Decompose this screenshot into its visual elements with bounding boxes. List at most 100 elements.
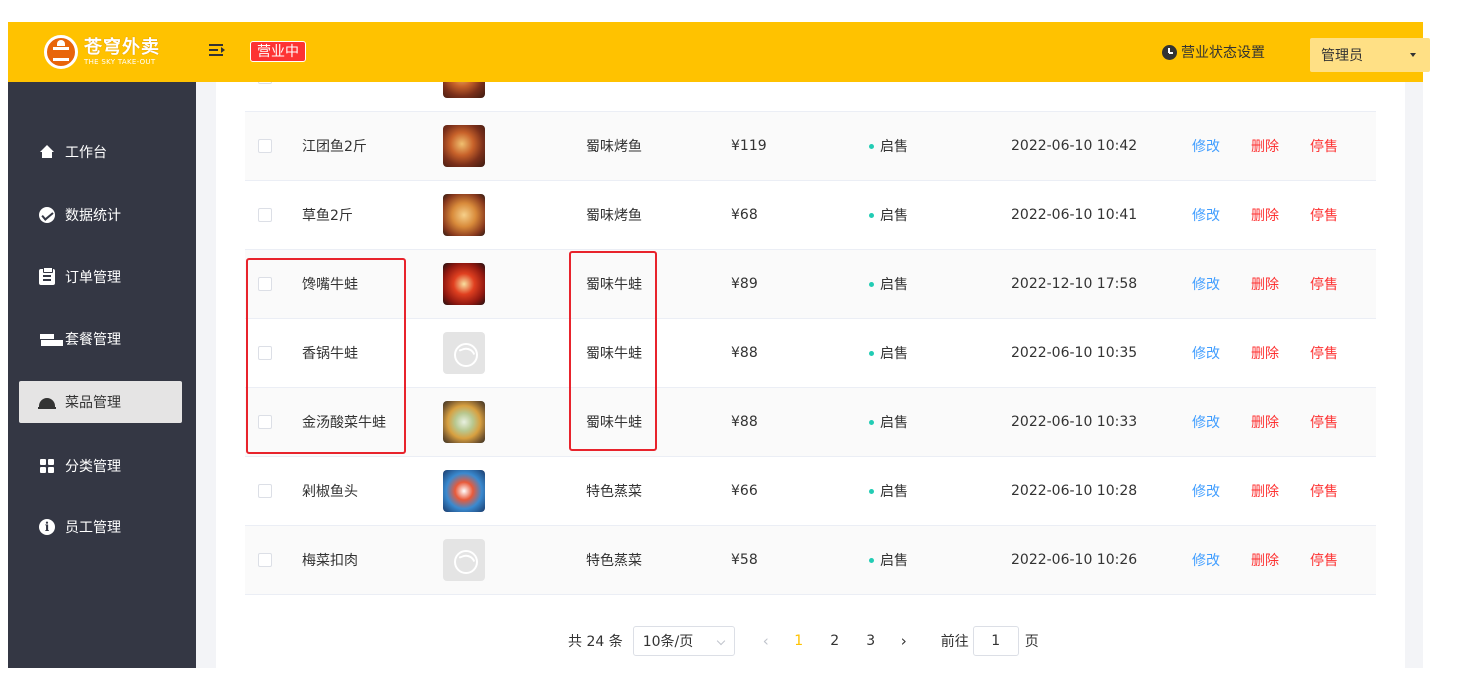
dish-category: 特色蒸菜 xyxy=(586,553,642,569)
table-row: 江团鱼2斤 蜀味烤鱼 ¥119 启售 2022-06-10 10:42 修改 删… xyxy=(245,112,1376,181)
stop-sale-button[interactable]: 停售 xyxy=(1310,274,1338,294)
sidebar-item-label: 分类管理 xyxy=(65,459,121,475)
row-actions: 修改 删除 停售 xyxy=(1192,112,1338,180)
dish-updated-time: 2022-06-10 10:33 xyxy=(1011,414,1138,430)
row-checkbox[interactable] xyxy=(258,484,272,498)
sidebar-item-employees[interactable]: 员工管理 xyxy=(19,506,182,548)
dish-name: 草鱼2斤 xyxy=(302,208,353,224)
caret-down-icon xyxy=(1410,53,1416,57)
sidebar-item-label: 套餐管理 xyxy=(65,332,121,348)
page-2-button[interactable]: 2 xyxy=(817,633,853,649)
user-dropdown[interactable]: 管理员 xyxy=(1310,38,1430,72)
dish-image xyxy=(443,82,485,98)
row-checkbox[interactable] xyxy=(258,415,272,429)
pagination-total: 共 24 条 xyxy=(568,634,623,650)
row-checkbox[interactable] xyxy=(258,208,272,222)
dish-updated-time: 2022-06-10 10:35 xyxy=(1011,345,1138,361)
dish-price: ¥88 xyxy=(731,345,758,361)
goto-page-input[interactable] xyxy=(972,626,1019,656)
sidebar-item-label: 订单管理 xyxy=(65,270,121,286)
row-actions: 修改 删除 停售 xyxy=(1192,457,1338,525)
page-1-button[interactable]: 1 xyxy=(781,633,817,649)
stop-sale-button[interactable]: 停售 xyxy=(1310,136,1338,156)
dish-status: 启售 xyxy=(869,457,908,525)
edit-button[interactable]: 修改 xyxy=(1192,205,1220,225)
dish-price: ¥68 xyxy=(731,207,758,223)
row-checkbox[interactable] xyxy=(258,277,272,291)
row-actions: 修改 删除 停售 xyxy=(1192,319,1338,387)
delete-button[interactable]: 删除 xyxy=(1251,343,1279,363)
dish-updated-time: 2022-06-10 10:28 xyxy=(1011,483,1138,499)
dish-updated-time: 2022-12-10 17:58 xyxy=(1011,276,1138,292)
edit-button[interactable]: 修改 xyxy=(1192,550,1220,570)
prev-page-button[interactable]: ‹ xyxy=(751,632,781,650)
dish-status: 启售 xyxy=(869,181,908,249)
clipboard-icon xyxy=(39,267,55,285)
row-actions: 修改 删除 停售 xyxy=(1192,181,1338,249)
menu-toggle-icon[interactable] xyxy=(209,43,225,59)
delete-button[interactable]: 删除 xyxy=(1251,550,1279,570)
sidebar-item-categories[interactable]: 分类管理 xyxy=(19,445,182,487)
dish-name: 梅菜扣肉 xyxy=(302,553,358,569)
sidebar-item-workbench[interactable]: 工作台 xyxy=(19,131,182,173)
table-row: 草鱼2斤 蜀味烤鱼 ¥68 启售 2022-06-10 10:41 修改 删除 … xyxy=(245,181,1376,250)
edit-button[interactable]: 修改 xyxy=(1192,343,1220,363)
logo: 苍穹外卖 THE SKY TAKE-OUT xyxy=(44,35,174,69)
next-page-button[interactable]: › xyxy=(889,632,919,650)
dish-category: 蜀味牛蛙 xyxy=(586,346,642,362)
dish-status: 启售 xyxy=(869,388,908,456)
edit-button[interactable]: 修改 xyxy=(1192,136,1220,156)
delete-button[interactable]: 删除 xyxy=(1251,412,1279,432)
sidebar-item-label: 工作台 xyxy=(65,145,107,161)
pagination: 共 24 条 10条/页 ‹ 1 2 3 › 前往 页 xyxy=(568,626,1039,656)
dish-image xyxy=(443,470,485,512)
business-status-setting-button[interactable]: 营业状态设置 xyxy=(1162,42,1265,62)
sidebar-item-statistics[interactable]: 数据统计 xyxy=(19,194,182,236)
user-name: 管理员 xyxy=(1321,48,1363,64)
row-checkbox[interactable] xyxy=(258,346,272,360)
delete-button[interactable]: 删除 xyxy=(1251,481,1279,501)
dish-name: 馋嘴牛蛙 xyxy=(302,277,358,293)
dish-updated-time: 2022-06-10 10:42 xyxy=(1011,138,1138,154)
dish-image xyxy=(443,194,485,236)
chart-icon xyxy=(39,207,55,223)
sidebar-item-orders[interactable]: 订单管理 xyxy=(19,256,182,298)
stop-sale-button[interactable]: 停售 xyxy=(1310,481,1338,501)
dish-cover-icon xyxy=(38,394,56,410)
sidebar: 工作台 数据统计 订单管理 套餐管理 菜品管理 分类管理 员工管理 xyxy=(8,82,196,668)
delete-button[interactable]: 删除 xyxy=(1251,136,1279,156)
row-actions: 修改 删除 停售 xyxy=(1192,388,1338,456)
table-row: 香锅牛蛙 蜀味牛蛙 ¥88 启售 2022-06-10 10:35 修改 删除 … xyxy=(245,319,1376,388)
dish-status: 启售 xyxy=(869,319,908,387)
page-3-button[interactable]: 3 xyxy=(853,633,889,649)
stop-sale-button[interactable]: 停售 xyxy=(1310,550,1338,570)
dish-image xyxy=(443,401,485,443)
edit-button[interactable]: 修改 xyxy=(1192,481,1220,501)
edit-button[interactable]: 修改 xyxy=(1192,412,1220,432)
stop-sale-button[interactable]: 停售 xyxy=(1310,343,1338,363)
row-checkbox[interactable] xyxy=(258,82,272,84)
edit-button[interactable]: 修改 xyxy=(1192,274,1220,294)
dish-name: 金汤酸菜牛蛙 xyxy=(302,415,386,431)
stop-sale-button[interactable]: 停售 xyxy=(1310,205,1338,225)
delete-button[interactable]: 删除 xyxy=(1251,205,1279,225)
logo-title: 苍穹外卖 xyxy=(84,36,160,58)
row-checkbox[interactable] xyxy=(258,139,272,153)
dish-price: ¥119 xyxy=(731,138,767,154)
sidebar-item-combos[interactable]: 套餐管理 xyxy=(19,318,182,360)
page-unit-label: 页 xyxy=(1024,634,1039,650)
logo-mark-icon xyxy=(44,35,78,69)
business-status-setting-label: 营业状态设置 xyxy=(1181,45,1265,61)
dish-category: 特色蒸菜 xyxy=(586,484,642,500)
dish-table: 江团鱼2斤 蜀味烤鱼 ¥119 启售 2022-06-10 10:42 修改 删… xyxy=(245,82,1376,595)
dish-price: ¥66 xyxy=(731,483,758,499)
row-checkbox[interactable] xyxy=(258,553,272,567)
page-size-select[interactable]: 10条/页 xyxy=(632,626,735,656)
dish-updated-time: 2022-06-10 10:41 xyxy=(1011,207,1138,223)
stop-sale-button[interactable]: 停售 xyxy=(1310,412,1338,432)
dish-price: ¥88 xyxy=(731,414,758,430)
sidebar-item-dishes[interactable]: 菜品管理 xyxy=(19,381,182,423)
dish-status: 启售 xyxy=(869,112,908,180)
delete-button[interactable]: 删除 xyxy=(1251,274,1279,294)
sidebar-item-label: 菜品管理 xyxy=(65,395,121,411)
